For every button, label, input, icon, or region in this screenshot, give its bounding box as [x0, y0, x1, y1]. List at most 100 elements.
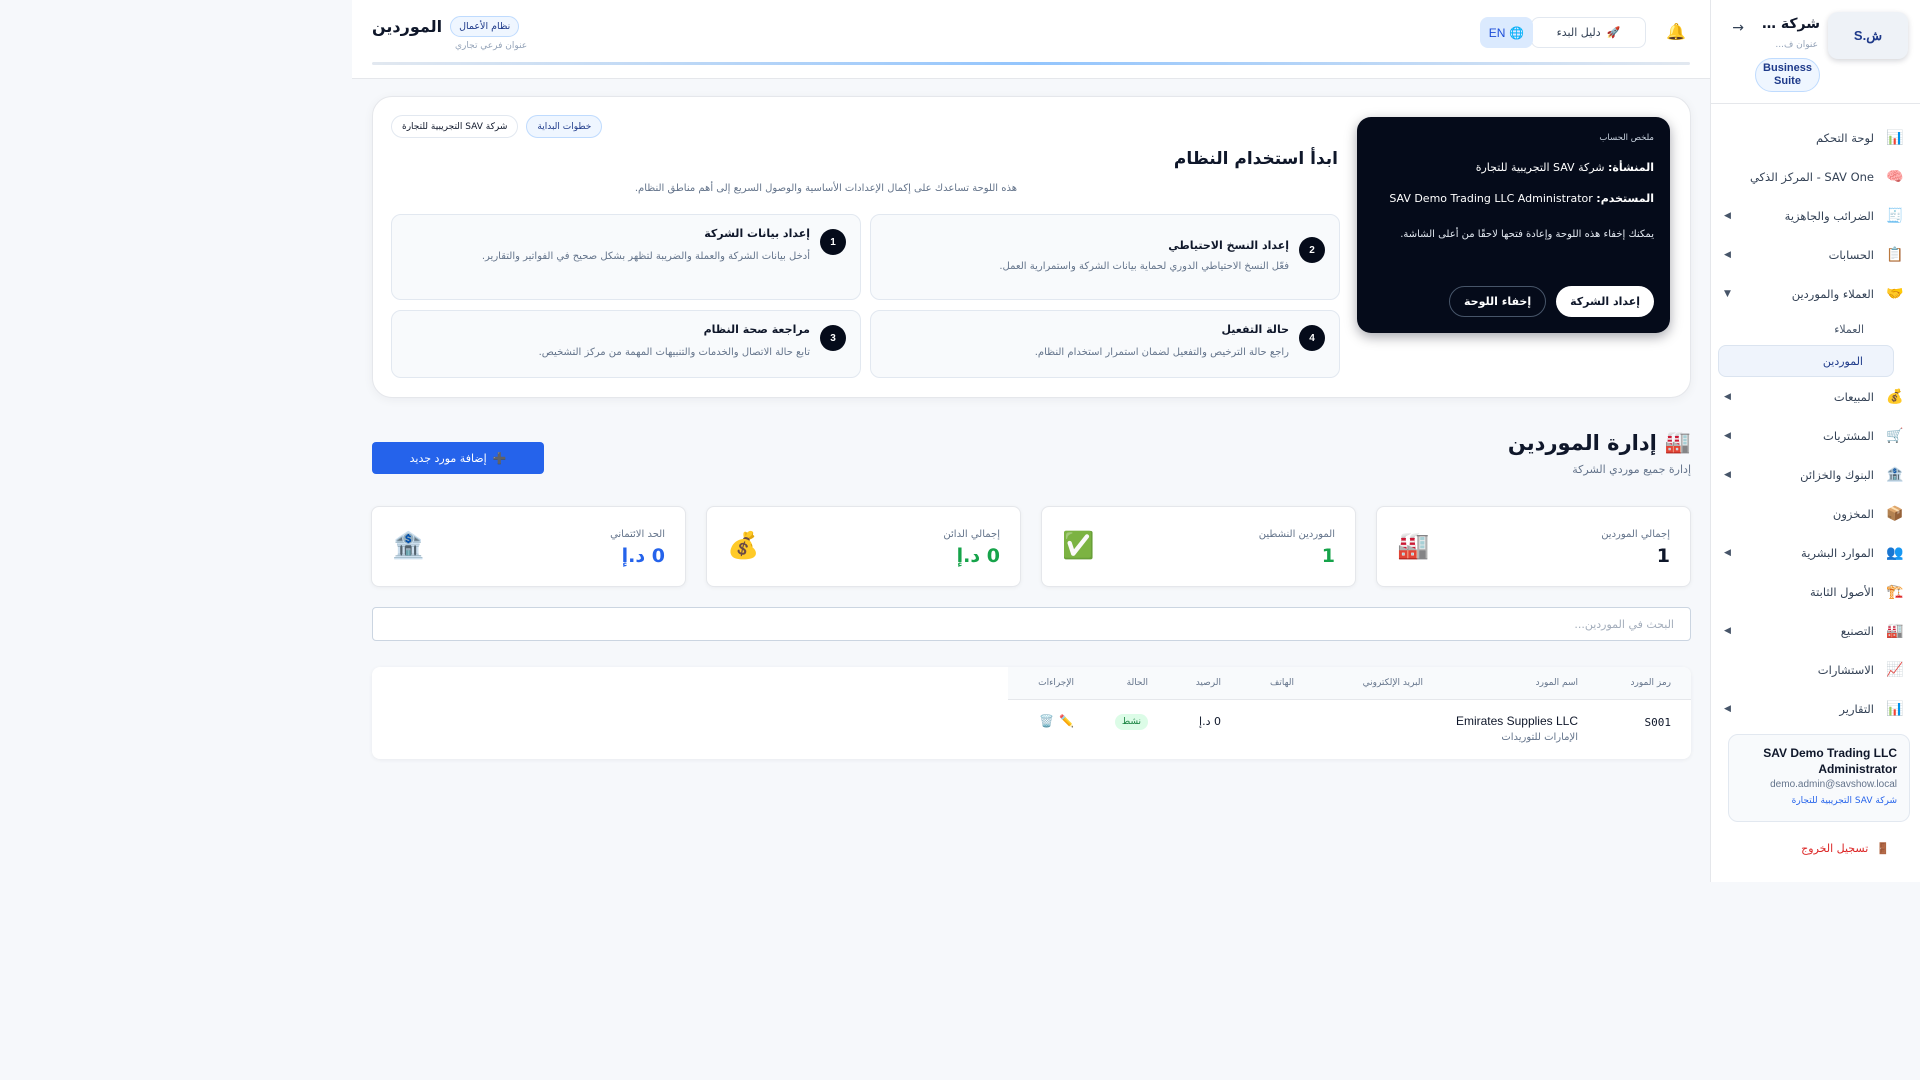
- logout-button[interactable]: 🚪 تسجيل الخروج: [1801, 842, 1890, 855]
- step-number: 2: [1299, 237, 1325, 263]
- dashboard-icon: 📊: [1886, 129, 1904, 146]
- sidebar: ش.S شركة … عنوان ف... → Business Suite 📊 …: [1710, 0, 1920, 882]
- factory-icon: 🏭: [1397, 531, 1430, 561]
- step-card-1[interactable]: 1 إعداد بيانات الشركة أدخل بيانات الشركة…: [391, 214, 861, 300]
- add-supplier-button[interactable]: ➕ إضافة مورد جديد: [372, 442, 544, 474]
- step-description: أدخل بيانات الشركة والعملة والضريبة لتظه…: [481, 251, 810, 262]
- caret-left-icon: ◀: [1724, 391, 1731, 402]
- sidebar-item-consulting[interactable]: 📈 الاستشارات: [1710, 650, 1920, 689]
- sidebar-item-label: SAV One - المركز الذكي: [1749, 169, 1874, 184]
- getting-started-tags: خطوات البداية شركة SAV التجريبية للتجارة: [391, 115, 603, 138]
- sidebar-item-smart-center[interactable]: 🧠 SAV One - المركز الذكي: [1710, 157, 1920, 196]
- cart-icon: 🛒: [1886, 427, 1904, 444]
- door-icon: 🚪: [1876, 842, 1890, 855]
- getting-started-description: هذه اللوحة تساعدك على إكمال الإعدادات ال…: [634, 183, 1017, 194]
- stat-value: 1: [1321, 545, 1335, 567]
- bank-icon: 🏦: [392, 531, 425, 561]
- supplier-code: S001: [1644, 716, 1672, 729]
- user-card[interactable]: SAV Demo Trading LLC Administrator demo.…: [1728, 734, 1910, 822]
- setup-company-button[interactable]: إعداد الشركة: [1556, 286, 1654, 317]
- trash-icon[interactable]: 🗑️: [1039, 714, 1054, 728]
- chart-up-icon: 📈: [1886, 661, 1904, 678]
- sidebar-item-banks[interactable]: 🏦 البنوك والخزائن ◀: [1710, 455, 1920, 494]
- sidebar-item-taxes[interactable]: 🧾 الضرائب والجاهزية ◀: [1710, 196, 1920, 235]
- sidebar-brand: ش.S شركة … عنوان ف... → Business Suite: [1711, 0, 1920, 104]
- supplier-name-sub: الإمارات للتوريدات: [1501, 732, 1578, 743]
- step-card-4[interactable]: 4 حالة التفعيل راجع حالة الترخيص والتفعي…: [870, 310, 1340, 378]
- stat-label: إجمالي الموردين: [1601, 529, 1670, 540]
- step-number: 3: [820, 325, 846, 351]
- sidebar-item-fixed-assets[interactable]: 🏗️ الأصول الثابتة: [1710, 572, 1920, 611]
- sidebar-item-label: المخزون: [1832, 506, 1874, 521]
- collapse-arrow-icon[interactable]: →: [1732, 20, 1744, 36]
- page-subtitle: عنوان فرعي تجاري: [455, 41, 528, 51]
- stat-label: الحد الائتماني: [610, 529, 665, 540]
- language-toggle[interactable]: 🌐 EN: [1480, 17, 1533, 48]
- step-description: راجع حالة الترخيص والتفعيل لضمان استمرار…: [1034, 347, 1289, 358]
- sidebar-item-accounts[interactable]: 📋 الحسابات ◀: [1710, 235, 1920, 274]
- sidebar-item-label: الأصول الثابتة: [1810, 584, 1874, 599]
- sidebar-item-reports[interactable]: 📊 التقارير ◀: [1710, 689, 1920, 718]
- header-divider: [372, 62, 1690, 65]
- sidebar-item-label: التقارير: [1839, 701, 1874, 716]
- sidebar-item-label: لوحة التحكم: [1816, 130, 1874, 145]
- account-user-row: المستخدم: SAV Demo Trading LLC Administr…: [1373, 192, 1654, 205]
- hide-panel-button[interactable]: إخفاء اللوحة: [1449, 286, 1547, 317]
- user-key: المستخدم:: [1596, 192, 1654, 205]
- money-bag-icon: 💰: [727, 531, 760, 561]
- account-actions: إعداد الشركة إخفاء اللوحة: [1449, 286, 1654, 317]
- stat-value: 0 د.إ: [956, 545, 1000, 567]
- page-header-title: الموردين نظام الأعمال: [372, 16, 520, 37]
- step-title: إعداد النسخ الاحتياطي: [1168, 239, 1289, 252]
- sidebar-nav: 📊 لوحة التحكم 🧠 SAV One - المركز الذكي 🧾…: [1710, 118, 1920, 718]
- company-logo[interactable]: ش.S: [1828, 12, 1908, 59]
- people-icon: 👥: [1886, 544, 1904, 561]
- sidebar-subitem-suppliers[interactable]: الموردين: [1718, 345, 1894, 377]
- account-note: يمكنك إخفاء هذه اللوحة وإعادة فتحها لاحق…: [1400, 229, 1654, 240]
- user-name: SAV Demo Trading LLC Administrator: [1763, 746, 1897, 776]
- step-title: حالة التفعيل: [1221, 323, 1289, 336]
- stat-value: 1: [1656, 545, 1670, 567]
- logout-label: تسجيل الخروج: [1801, 842, 1869, 855]
- bell-icon[interactable]: 🔔: [1666, 22, 1686, 41]
- step-card-2[interactable]: 2 إعداد النسخ الاحتياطي فعّل النسخ الاحت…: [870, 214, 1340, 300]
- edit-icon[interactable]: ✏️: [1059, 714, 1074, 728]
- table-header: رمز المورد اسم المورد البريد الإلكتروني …: [1008, 667, 1691, 700]
- account-summary: ملخص الحساب المنشأة: شركة SAV التجريبية …: [1357, 117, 1670, 333]
- sidebar-item-hr[interactable]: 👥 الموارد البشرية ◀: [1710, 533, 1920, 572]
- caret-left-icon: ◀: [1724, 430, 1731, 441]
- clipboard-icon: 📋: [1886, 246, 1904, 263]
- sidebar-item-label: التصنيع: [1840, 623, 1874, 638]
- account-org-row: المنشأة: شركة SAV التجريبية للتجارة: [1373, 161, 1654, 174]
- sidebar-item-inventory[interactable]: 📦 المخزون: [1710, 494, 1920, 533]
- sidebar-item-purchases[interactable]: 🛒 المشتريات ◀: [1710, 416, 1920, 455]
- caret-down-icon: ▼: [1724, 288, 1731, 299]
- th-code: رمز المورد: [1630, 678, 1671, 688]
- money-bag-icon: 💰: [1886, 388, 1904, 405]
- company-subtitle: عنوان ف...: [1775, 40, 1818, 50]
- handshake-icon: 🤝: [1886, 285, 1904, 302]
- sidebar-item-sales[interactable]: 💰 المبيعات ◀: [1710, 377, 1920, 416]
- suite-badge-line1: Business: [1763, 61, 1812, 74]
- step-title: إعداد بيانات الشركة: [704, 227, 810, 240]
- sidebar-item-dashboard[interactable]: 📊 لوحة التحكم: [1710, 118, 1920, 157]
- add-supplier-label: إضافة مورد جديد: [409, 451, 487, 465]
- factory-icon: 🏭: [1886, 622, 1904, 639]
- user-org: شركة SAV التجريبية للتجارة: [1791, 796, 1897, 806]
- org-value: شركة SAV التجريبية للتجارة: [1475, 161, 1605, 174]
- sidebar-item-customers-suppliers[interactable]: 🤝 العملاء والموردين ▼: [1710, 274, 1920, 313]
- getting-started-title: ابدأ استخدام النظام: [1173, 149, 1338, 169]
- stat-credit-limit: الحد الائتماني 0 د.إ 🏦: [371, 506, 686, 587]
- supplier-name[interactable]: Emirates Supplies LLC: [1456, 714, 1578, 728]
- globe-icon: 🌐: [1509, 25, 1525, 40]
- guide-button[interactable]: 🚀 دليل البدء: [1531, 17, 1646, 48]
- caret-left-icon: ◀: [1724, 625, 1731, 636]
- system-badge: نظام الأعمال: [450, 16, 520, 37]
- caret-left-icon: ◀: [1724, 703, 1731, 714]
- sidebar-subitem-customers[interactable]: العملاء: [1710, 313, 1920, 345]
- step-card-3[interactable]: 3 مراجعة صحة النظام تابع حالة الاتصال وا…: [391, 310, 861, 378]
- supplier-search-input[interactable]: [372, 607, 1691, 641]
- topbar: 🔔 🚀 دليل البدء 🌐 EN الموردين نظام الأعما…: [352, 0, 1710, 79]
- bank-icon: 🏦: [1886, 466, 1904, 483]
- sidebar-item-manufacturing[interactable]: 🏭 التصنيع ◀: [1710, 611, 1920, 650]
